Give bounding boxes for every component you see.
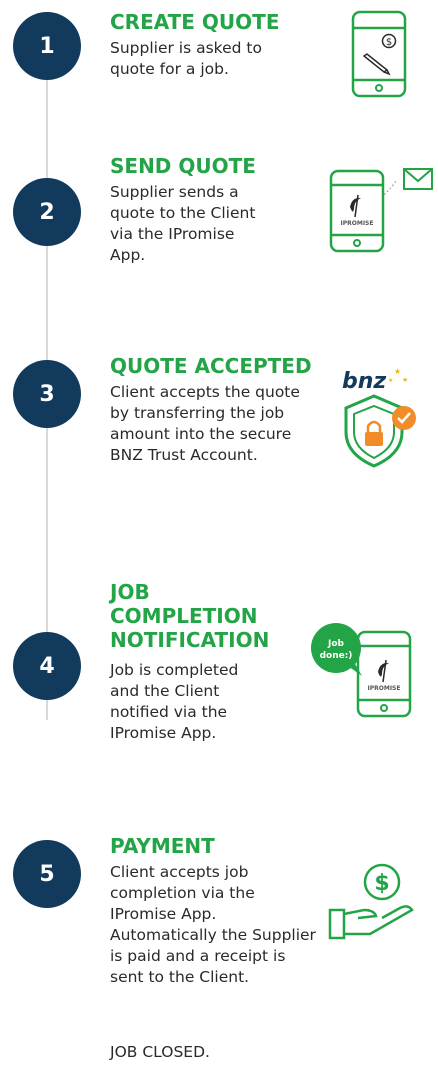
phone-job-done-icon: IPROMISE Job done:) — [311, 623, 412, 718]
svg-text:IPROMISE: IPROMISE — [341, 220, 374, 227]
step-1-title: CREATE QUOTE — [110, 10, 280, 34]
svg-text:★: ★ — [388, 377, 393, 384]
svg-text:bnz: bnz — [342, 369, 386, 394]
step-5-number: 5 — [13, 840, 81, 908]
hand-dollar-icon: $ — [328, 863, 414, 940]
svg-text:★: ★ — [394, 367, 401, 376]
job-closed-text: JOB CLOSED. — [110, 1043, 210, 1061]
svg-text:done:): done:) — [320, 651, 353, 661]
step-2-number: 2 — [13, 178, 81, 246]
step-4-title: JOB COMPLETION NOTIFICATION — [110, 580, 270, 652]
step-2-title: SEND QUOTE — [110, 154, 256, 178]
step-5-description: Client accepts job completion via the IP… — [110, 863, 316, 986]
bnz-secure-shield-icon: bnz ★ ★ ★ — [342, 367, 416, 468]
step-2-description: Supplier sends a quote to the Client via… — [110, 183, 256, 264]
phone-dollar-pencil-icon: $ — [351, 10, 407, 98]
step-1-description: Supplier is asked to quote for a job. — [110, 39, 262, 78]
step-3-title: QUOTE ACCEPTED — [110, 354, 312, 378]
phone-ipromise-envelope-icon: IPROMISE — [329, 168, 433, 253]
step-5-title: PAYMENT — [110, 834, 215, 858]
svg-text:★: ★ — [402, 376, 408, 384]
svg-text:Job: Job — [327, 639, 345, 649]
svg-text:$: $ — [386, 37, 392, 48]
svg-text:$: $ — [374, 871, 389, 896]
step-4-description: Job is completed and the Client notified… — [110, 661, 239, 742]
step-4-number: 4 — [13, 632, 81, 700]
step-1-number: 1 — [13, 12, 81, 80]
step-3-number: 3 — [13, 360, 81, 428]
step-3-description: Client accepts the quote by transferring… — [110, 383, 300, 464]
svg-text:IPROMISE: IPROMISE — [368, 685, 401, 692]
